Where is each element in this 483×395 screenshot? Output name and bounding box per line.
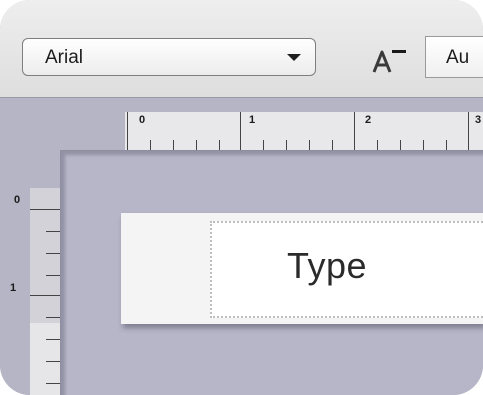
ruler-label-3: 3 bbox=[475, 114, 482, 126]
ruler-tick bbox=[46, 253, 60, 254]
ruler-label-1: 1 bbox=[249, 114, 256, 126]
label-text: Type bbox=[287, 245, 368, 286]
font-family-value: Arial bbox=[45, 47, 84, 68]
ruler-tick bbox=[46, 275, 60, 276]
ruler-tick bbox=[127, 112, 128, 152]
ruler-tick bbox=[46, 383, 60, 384]
ruler-tick bbox=[46, 317, 60, 318]
font-family-dropdown[interactable]: Arial bbox=[22, 38, 316, 76]
app-window: Arial Au 0 1 2 3 0 1 Type bbox=[0, 0, 483, 395]
ruler-label-v0: 0 bbox=[14, 194, 21, 206]
ruler-tick bbox=[46, 361, 60, 362]
ruler-tick bbox=[30, 209, 60, 210]
ruler-label-0: 0 bbox=[139, 114, 146, 126]
chevron-down-icon bbox=[287, 54, 301, 61]
font-size-field[interactable]: Au bbox=[425, 36, 483, 78]
text-object[interactable]: Type bbox=[210, 221, 483, 318]
ruler-tick bbox=[354, 112, 355, 152]
horizontal-ruler: 0 1 2 3 bbox=[125, 112, 483, 153]
formatting-toolbar: Arial Au bbox=[0, 0, 483, 98]
font-size-value: Au bbox=[446, 47, 470, 68]
ruler-label-v1: 1 bbox=[10, 282, 17, 294]
ruler-tick bbox=[46, 231, 60, 232]
ruler-tick bbox=[240, 112, 241, 152]
ruler-label-2: 2 bbox=[365, 114, 372, 126]
ruler-tick bbox=[468, 112, 469, 152]
ruler-tick bbox=[46, 339, 60, 340]
vertical-ruler bbox=[30, 188, 60, 395]
ruler-tick bbox=[30, 295, 60, 296]
font-size-icon[interactable] bbox=[370, 42, 410, 76]
